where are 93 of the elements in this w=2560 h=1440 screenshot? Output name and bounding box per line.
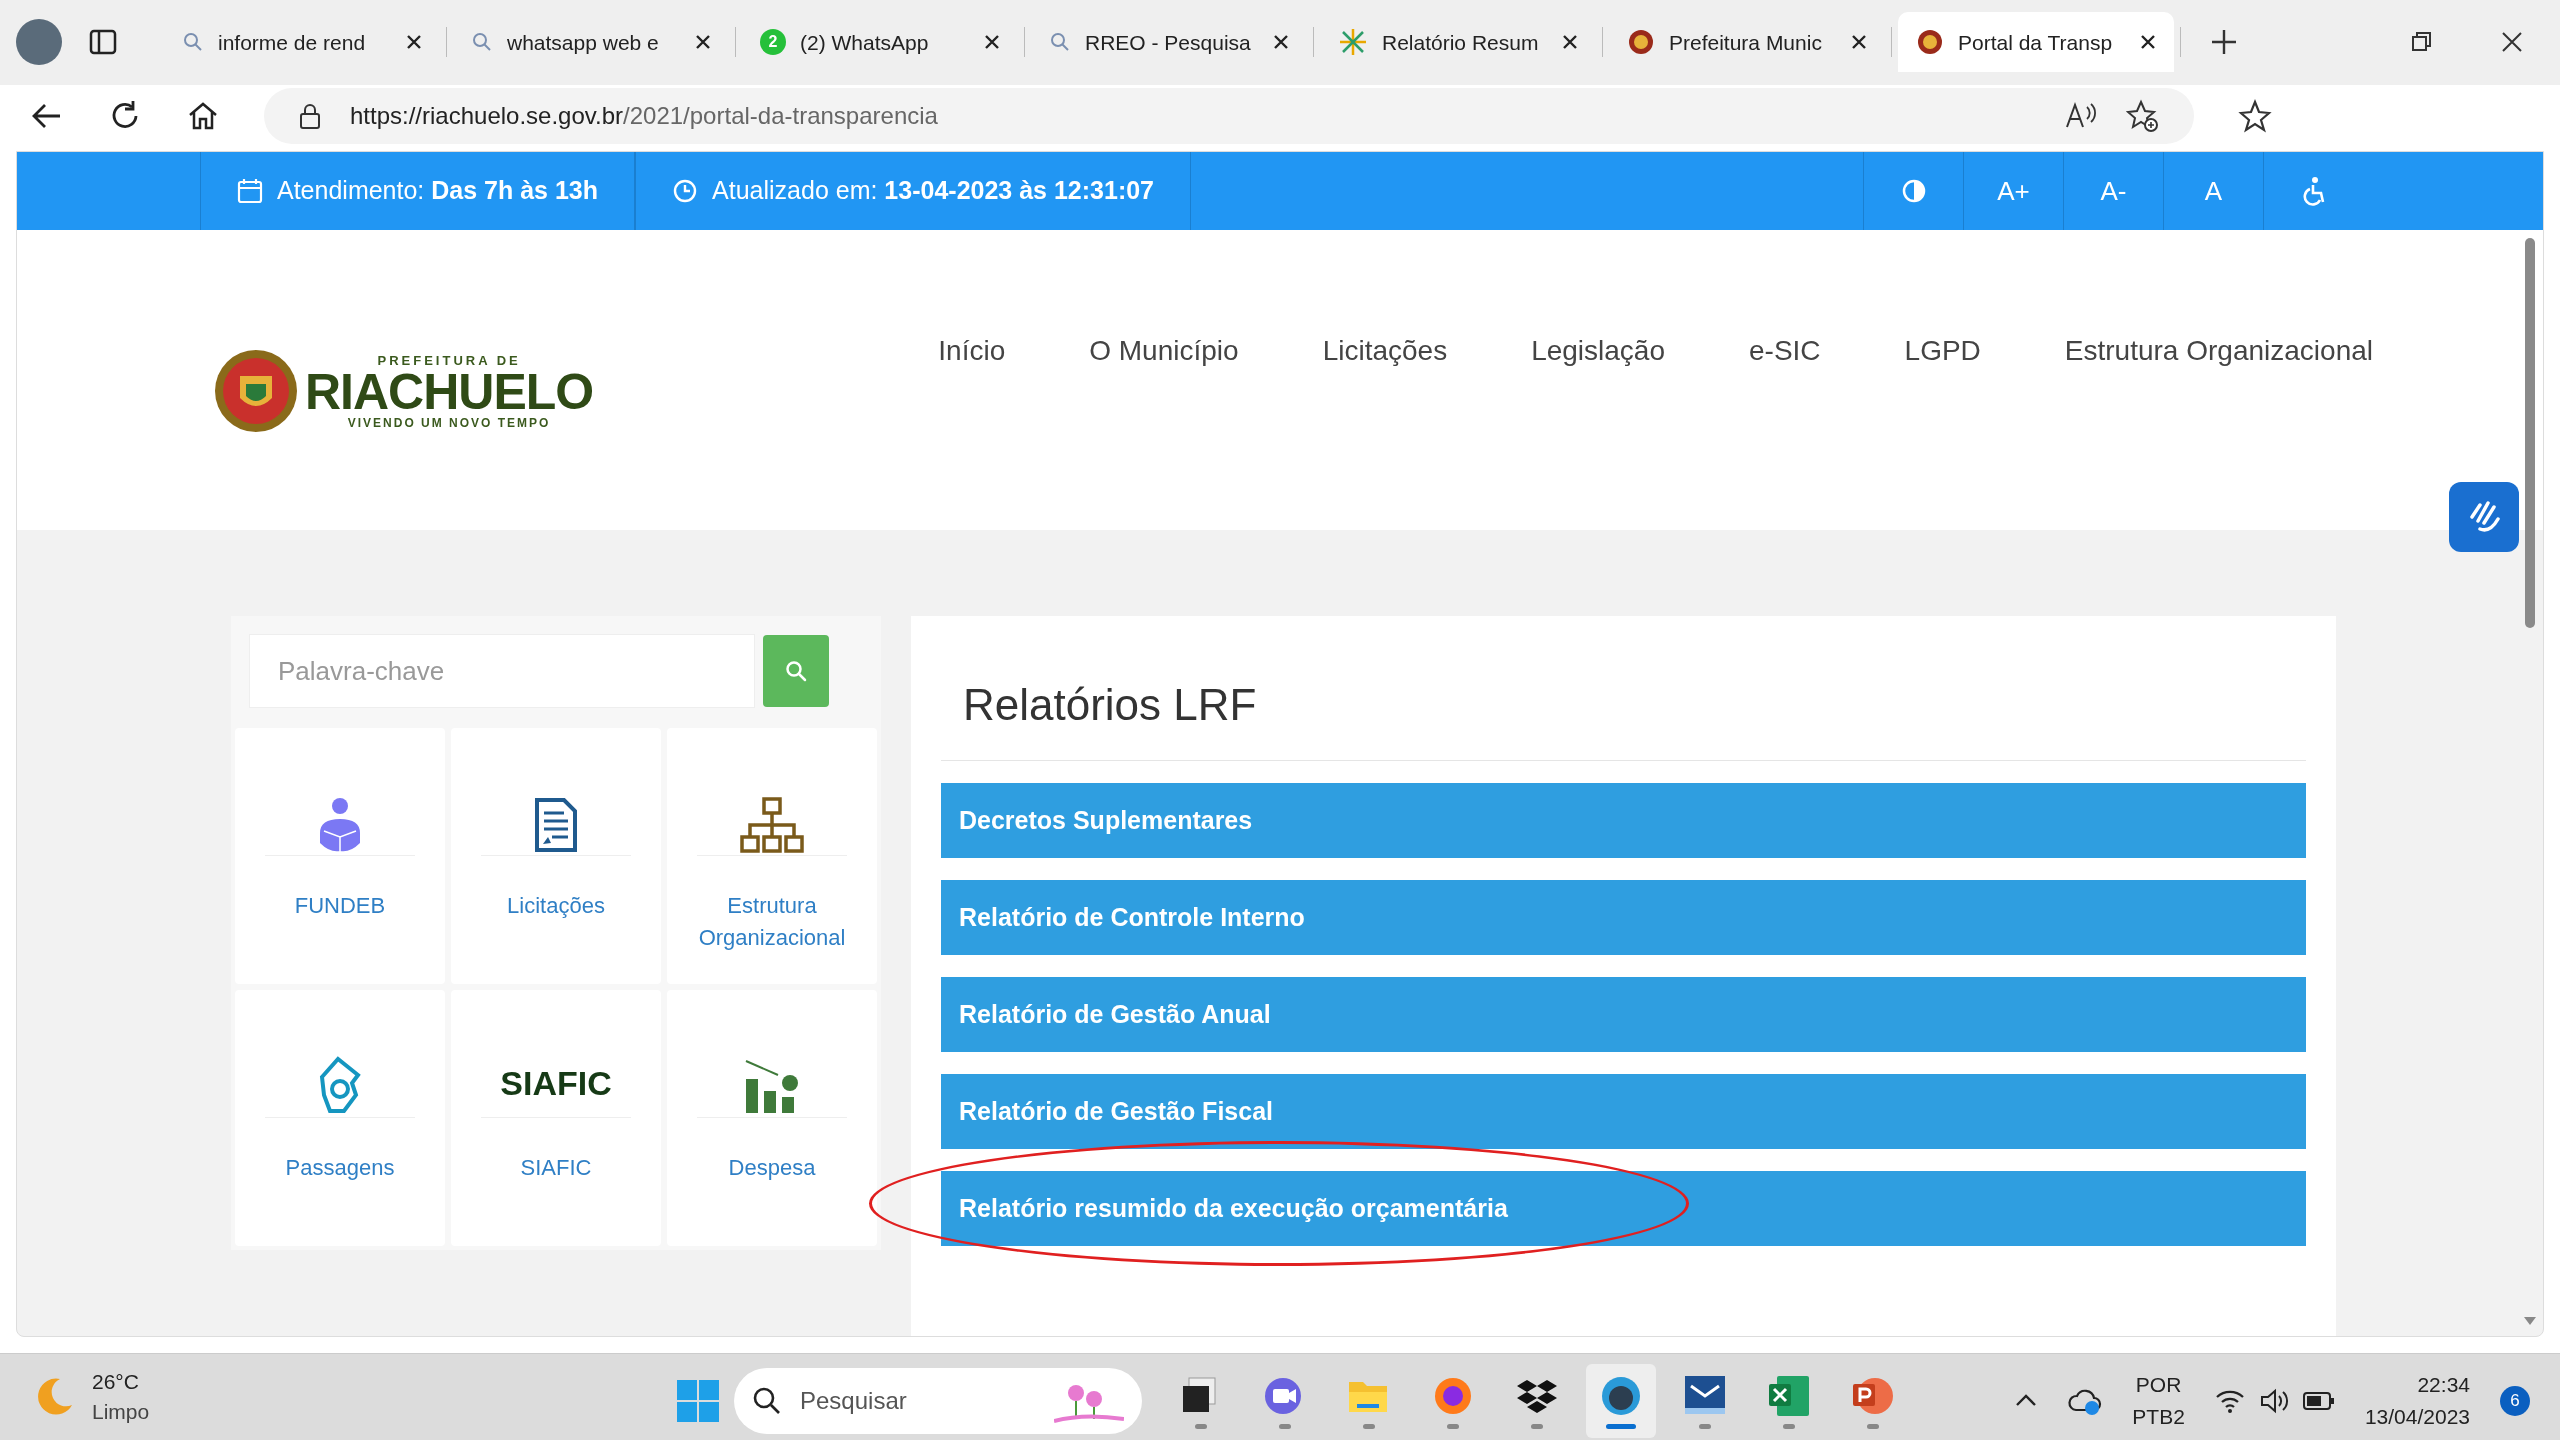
add-favorite-icon[interactable] — [2126, 99, 2160, 134]
scrollbar-thumb[interactable] — [2525, 238, 2535, 629]
spreadsheet-icon — [1767, 1373, 1811, 1418]
crest-icon — [213, 348, 299, 435]
lock-icon — [298, 102, 322, 131]
running-indicator — [1447, 1423, 1459, 1429]
running-indicator — [1279, 1423, 1291, 1429]
search-field[interactable]: Palavra-chave — [249, 634, 755, 709]
volume-icon[interactable] — [2258, 1388, 2289, 1415]
clock-icon — [672, 178, 699, 205]
running-indicator — [1783, 1423, 1795, 1429]
shortcut-label: SIAFIC — [519, 1154, 593, 1183]
nav-link[interactable]: Legislação — [1531, 330, 1665, 373]
clock-time[interactable]: 22:34 — [2417, 1369, 2470, 1402]
sign-language-button[interactable] — [2449, 482, 2519, 553]
weather-temperature: 26°C — [92, 1369, 140, 1396]
tab-title: Prefeitura Munic — [1669, 29, 1823, 56]
search-placeholder: Pesquisar — [800, 1386, 908, 1417]
taskbar-app[interactable] — [1586, 1364, 1656, 1439]
shortcut-label: Despesa — [727, 1154, 817, 1183]
favorites-icon[interactable] — [2238, 99, 2272, 134]
running-indicator — [1606, 1423, 1636, 1429]
browser-tab[interactable]: Portal da Transp — [1898, 12, 2174, 73]
notification-badge: 2 — [760, 29, 786, 56]
nav-link[interactable]: Licitações — [1322, 330, 1448, 373]
scroll-down-icon[interactable] — [2523, 1316, 2537, 1327]
tab-title: RREO - Pesquisa — [1085, 29, 1252, 56]
new-tab-icon[interactable] — [2211, 29, 2237, 56]
battery-icon[interactable] — [2302, 1391, 2335, 1412]
shortcut-card[interactable]: FUNDEB — [235, 728, 445, 985]
keyboard-layout[interactable]: PTB2 — [2132, 1401, 2185, 1434]
search-icon — [784, 659, 808, 684]
shortcut-card[interactable]: Licitações — [451, 728, 661, 985]
browser-tab[interactable]: whatsapp web e — [453, 12, 729, 73]
language-code[interactable]: POR — [2135, 1369, 2182, 1402]
nav-link[interactable]: Início — [938, 330, 1006, 373]
tab-title: Portal da Transp — [1958, 29, 2114, 56]
logo-tagline: VIVENDO UM NOVO TEMPO — [347, 416, 551, 429]
address-bar[interactable]: https://riachuelo.se.gov.br/2021/portal-da-transparencia — [264, 88, 2194, 145]
shortcut-label: Estrutura Organizacional — [697, 892, 847, 953]
shortcut-label: FUNDEB — [293, 892, 387, 921]
shortcut-card[interactable]: Estrutura Organizacional — [667, 728, 877, 985]
section-title: Relatórios LRF — [941, 672, 2306, 762]
running-indicator — [1195, 1423, 1207, 1429]
nav-link[interactable]: Estrutura Organizacional — [2064, 330, 2373, 373]
tab-title: (2) WhatsApp — [800, 29, 930, 56]
close-tab-icon[interactable] — [1562, 34, 1578, 51]
crest-icon — [1916, 28, 1944, 57]
profile-avatar[interactable] — [16, 19, 62, 66]
close-tab-icon[interactable] — [1851, 34, 1867, 51]
start-icon[interactable] — [676, 1379, 720, 1424]
close-tab-icon[interactable] — [406, 34, 422, 51]
nav-link[interactable]: e-SIC — [1749, 330, 1821, 373]
running-indicator — [1363, 1423, 1375, 1429]
crest-icon — [1627, 28, 1655, 57]
last-updated-text: Atualizado em: 13-04-2023 às 12:31:07 — [712, 175, 1154, 207]
url-text: https://riachuelo.se.gov.br/2021/portal-da-transparencia — [350, 101, 939, 132]
running-indicator — [1699, 1423, 1711, 1429]
browser-tab[interactable]: informe de rend — [164, 12, 440, 73]
tab-title: Relatório Resum — [1382, 29, 1540, 56]
shortcut-label: Passagens — [284, 1154, 396, 1183]
shortcut-card[interactable]: SIAFIC SIAFIC — [451, 990, 661, 1247]
running-indicator — [1867, 1423, 1879, 1429]
shortcut-card[interactable]: Despesa — [667, 990, 877, 1247]
nav-link[interactable]: LGPD — [1904, 330, 1981, 373]
calendar-icon — [237, 178, 263, 205]
tab-title: whatsapp web e — [507, 29, 660, 56]
shortcut-card[interactable]: Passagens — [235, 990, 445, 1247]
taskbar-search[interactable]: Pesquisar — [734, 1368, 1142, 1435]
accessibility-icon[interactable] — [2300, 176, 2327, 207]
close-tab-icon[interactable] — [2140, 34, 2156, 51]
browser-tab[interactable]: 2 (2) WhatsApp — [742, 12, 1018, 73]
notification-badge[interactable]: 6 — [2500, 1386, 2530, 1417]
tab-title: informe de rend — [218, 29, 367, 56]
browser-tab[interactable]: Prefeitura Munic — [1609, 12, 1885, 73]
clock-date[interactable]: 13/04/2023 — [2364, 1401, 2470, 1434]
hierarchy-icon — [740, 797, 804, 856]
wifi-icon[interactable] — [2214, 1388, 2245, 1415]
close-tab-icon[interactable] — [695, 34, 711, 51]
opening-hours-text: Atendimento: Das 7h às 13h — [277, 175, 599, 207]
browser-tab[interactable]: Relatório Resum — [1320, 12, 1596, 73]
browser-tab[interactable]: RREO - Pesquisa — [1031, 12, 1307, 73]
running-indicator — [1531, 1423, 1543, 1429]
logo-wordmark: RIACHUELO — [305, 366, 594, 417]
siafic-logo: SIAFIC — [500, 1063, 612, 1105]
close-tab-icon[interactable] — [1273, 34, 1289, 51]
close-tab-icon[interactable] — [984, 34, 1000, 51]
contrast-icon[interactable] — [1901, 179, 1926, 204]
logo-subtitle: PREFEITURA DE — [377, 353, 521, 367]
shortcut-label: Licitações — [506, 892, 606, 921]
weather-condition: Limpo — [92, 1399, 150, 1426]
star-burst-icon — [1338, 27, 1368, 58]
nav-link[interactable]: O Município — [1089, 330, 1239, 373]
